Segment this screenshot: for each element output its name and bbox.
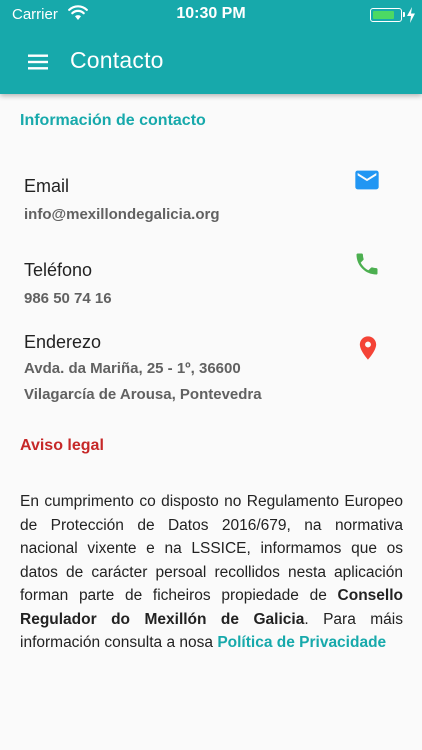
phone-item: Teléfono 986 50 74 16 — [24, 260, 404, 310]
contact-content: Información de contacto Email info@mexil… — [0, 94, 422, 750]
legal-notice-heading: Aviso legal — [20, 437, 104, 454]
legal-notice-text: En cumprimento co disposto no Regulament… — [20, 490, 403, 655]
menu-button[interactable] — [18, 42, 58, 82]
email-value[interactable]: info@mexillondegalicia.org — [24, 203, 404, 226]
battery-nub — [402, 12, 405, 17]
address-item: Enderezo Avda. da Mariña, 25 - 1º, 36600… — [24, 332, 404, 408]
location-pin-icon-glyph — [359, 336, 377, 360]
status-time: 10:30 PM — [176, 5, 246, 22]
phone-icon[interactable] — [353, 250, 381, 278]
app-bar: Contacto — [0, 30, 422, 94]
address-value[interactable]: Avda. da Mariña, 25 - 1º, 36600 Vilagarc… — [24, 356, 404, 408]
location-pin-icon[interactable] — [354, 334, 382, 362]
address-label: Enderezo — [24, 332, 102, 352]
privacy-policy-link[interactable]: Política de Privacidade — [217, 634, 386, 651]
phone-label: Teléfono — [24, 260, 93, 280]
charging-bolt-icon — [407, 7, 415, 23]
battery-icon — [370, 8, 405, 22]
mail-icon[interactable] — [353, 166, 381, 194]
battery-level — [373, 11, 394, 19]
contact-info-heading: Información de contacto — [20, 112, 206, 129]
phone-value[interactable]: 986 50 74 16 — [24, 287, 404, 310]
mail-icon-glyph — [355, 170, 379, 190]
phone-icon-glyph — [356, 253, 378, 275]
email-label: Email — [24, 176, 70, 196]
hamburger-menu-icon — [28, 54, 48, 70]
address-line-2: Vilagarcía de Arousa, Pontevedra — [24, 386, 262, 403]
app-header: Carrier 10:30 PM Contacto — [0, 0, 422, 94]
email-item: Email info@mexillondegalicia.org — [24, 176, 404, 226]
status-bar: Carrier 10:30 PM — [0, 0, 422, 30]
address-line-1: Avda. da Mariña, 25 - 1º, 36600 — [24, 360, 241, 377]
page-title: Contacto — [70, 47, 164, 73]
